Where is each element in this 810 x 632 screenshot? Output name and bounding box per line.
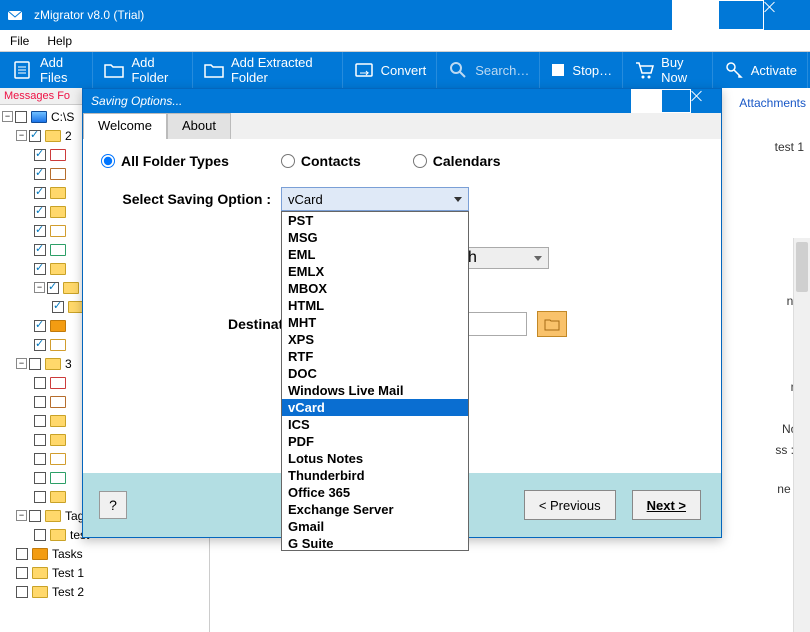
tab-welcome[interactable]: Welcome <box>83 113 167 139</box>
app-icon <box>0 7 30 23</box>
saving-option-dropdown[interactable]: PSTMSGEMLEMLXMBOXHTMLMHTXPSRTFDOCWindows… <box>281 211 469 551</box>
add-extracted-folder-button[interactable]: Add Extracted Folder <box>193 52 343 88</box>
option-vcard[interactable]: vCard <box>282 399 468 416</box>
menu-file[interactable]: File <box>10 34 29 48</box>
option-html[interactable]: HTML <box>282 297 468 314</box>
radio-contacts[interactable]: Contacts <box>281 153 361 169</box>
maximize-button[interactable] <box>718 0 764 30</box>
stop-button[interactable]: Stop… <box>540 52 623 88</box>
toolbar: Add Files Add Folder Add Extracted Folde… <box>0 52 810 88</box>
option-mht[interactable]: MHT <box>282 314 468 331</box>
dialog-minimize-button[interactable] <box>631 89 661 113</box>
window-title: zMigrator v8.0 (Trial) <box>30 8 144 22</box>
option-gmail[interactable]: Gmail <box>282 518 468 535</box>
select-saving-label: Select Saving Option : <box>97 191 271 207</box>
add-files-button[interactable]: Add Files <box>2 52 93 88</box>
close-button[interactable] <box>764 0 810 30</box>
chevron-down-icon <box>534 256 542 261</box>
tab-about[interactable]: About <box>167 113 231 139</box>
titlebar: zMigrator v8.0 (Trial) <box>0 0 810 30</box>
buy-now-button[interactable]: Buy Now <box>623 52 713 88</box>
option-g-suite[interactable]: G Suite <box>282 535 468 551</box>
saving-options-dialog: Saving Options... Welcome About All Fold… <box>82 88 722 538</box>
menu-help[interactable]: Help <box>47 34 72 48</box>
option-windows-live-mail[interactable]: Windows Live Mail <box>282 382 468 399</box>
search-button[interactable]: Search… <box>437 52 540 88</box>
option-emlx[interactable]: EMLX <box>282 263 468 280</box>
dialog-tabs: Welcome About <box>83 113 721 139</box>
option-thunderbird[interactable]: Thunderbird <box>282 467 468 484</box>
option-rtf[interactable]: RTF <box>282 348 468 365</box>
option-exchange-server[interactable]: Exchange Server <box>282 501 468 518</box>
scrollbar[interactable] <box>793 238 810 632</box>
option-pst[interactable]: PST <box>282 212 468 229</box>
dialog-maximize-button[interactable] <box>661 89 691 113</box>
add-folder-button[interactable]: Add Folder <box>93 52 193 88</box>
activate-button[interactable]: Activate <box>713 52 808 88</box>
saving-option-select[interactable]: vCard <box>281 187 469 211</box>
radio-all-folder-types[interactable]: All Folder Types <box>101 153 229 169</box>
help-button[interactable]: ? <box>99 491 127 519</box>
option-pdf[interactable]: PDF <box>282 433 468 450</box>
option-ics[interactable]: ICS <box>282 416 468 433</box>
dialog-titlebar: Saving Options... <box>83 89 721 113</box>
dialog-title: Saving Options... <box>91 94 182 108</box>
option-doc[interactable]: DOC <box>282 365 468 382</box>
convert-button[interactable]: Convert <box>343 52 438 88</box>
option-lotus-notes[interactable]: Lotus Notes <box>282 450 468 467</box>
chevron-down-icon <box>454 197 462 202</box>
dialog-close-button[interactable] <box>691 89 721 113</box>
attachments-label: Attachments <box>739 96 806 110</box>
option-mbox[interactable]: MBOX <box>282 280 468 297</box>
next-button[interactable]: Next > <box>632 490 701 520</box>
browse-button[interactable] <box>537 311 567 337</box>
radio-calendars[interactable]: Calendars <box>413 153 501 169</box>
option-xps[interactable]: XPS <box>282 331 468 348</box>
option-msg[interactable]: MSG <box>282 229 468 246</box>
menubar: File Help <box>0 30 810 52</box>
previous-button[interactable]: < Previous <box>524 490 616 520</box>
option-eml[interactable]: EML <box>282 246 468 263</box>
minimize-button[interactable] <box>672 0 718 30</box>
option-office-365[interactable]: Office 365 <box>282 484 468 501</box>
